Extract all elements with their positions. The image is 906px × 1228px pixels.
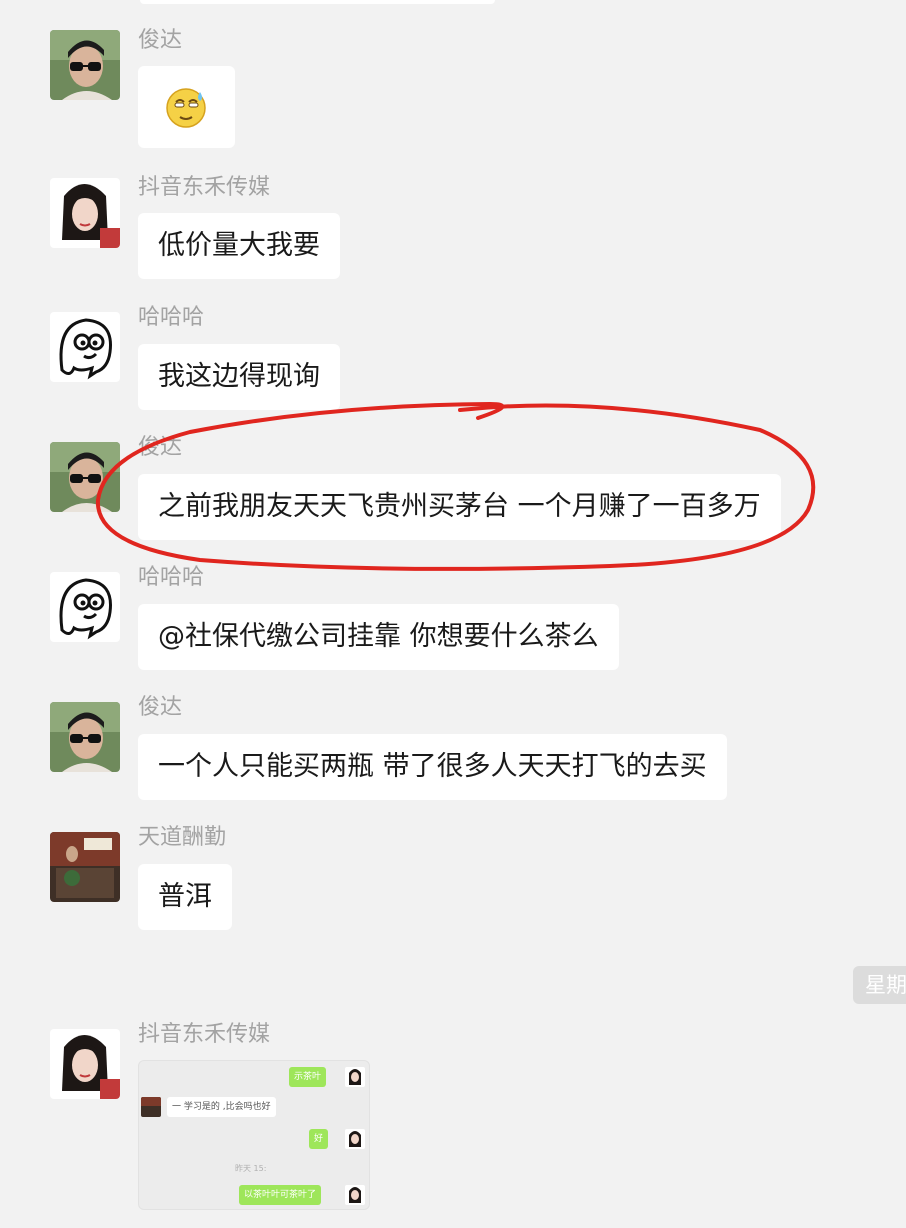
sender-name: 哈哈哈 <box>138 305 205 330</box>
previous-bubble-edge <box>140 0 495 4</box>
preview-bubble: 示茶叶 <box>289 1067 327 1087</box>
preview-time: 昨天 15: <box>235 1164 267 1173</box>
avatar-tiandao-chouqin[interactable] <box>50 832 120 902</box>
avatar-junda[interactable] <box>50 442 120 512</box>
preview-avatar <box>345 1129 365 1149</box>
preview-bubble: 好 <box>309 1129 329 1149</box>
sender-name: 天道酬勤 <box>138 825 227 850</box>
sender-name: 哈哈哈 <box>138 565 205 590</box>
avatar-douyin-donghe[interactable] <box>50 178 120 248</box>
preview-avatar <box>345 1067 365 1087</box>
sweat-smile-emoji-icon <box>166 88 206 128</box>
avatar-hahaha[interactable] <box>50 312 120 382</box>
emoji-message-bubble[interactable] <box>138 66 235 148</box>
preview-bubble: 一 学习是的 ,比会吗也好 <box>167 1097 276 1117</box>
sender-name: 俊达 <box>138 695 183 720</box>
time-badge: 星期 <box>853 966 906 1004</box>
sender-name: 抖音东禾传媒 <box>138 1022 271 1047</box>
avatar-junda[interactable] <box>50 30 120 100</box>
image-message-screenshot[interactable]: 示茶叶 一 学习是的 ,比会吗也好 好 昨天 15: 以茶叶叶可茶叶了 <box>138 1060 370 1210</box>
message-bubble[interactable]: 之前我朋友天天飞贵州买茅台 一个月赚了一百多万 <box>138 474 781 540</box>
sender-name: 俊达 <box>138 28 183 53</box>
preview-avatar <box>345 1185 365 1205</box>
message-bubble[interactable]: 我这边得现询 <box>138 344 340 410</box>
preview-avatar <box>141 1097 161 1117</box>
preview-bubble: 以茶叶叶可茶叶了 <box>239 1185 322 1205</box>
message-bubble[interactable]: 低价量大我要 <box>138 213 340 279</box>
avatar-hahaha[interactable] <box>50 572 120 642</box>
message-bubble[interactable]: 普洱 <box>138 864 232 930</box>
avatar-douyin-donghe[interactable] <box>50 1029 120 1099</box>
sender-name: 俊达 <box>138 435 183 460</box>
avatar-junda[interactable] <box>50 702 120 772</box>
message-bubble[interactable]: @社保代缴公司挂靠 你想要什么茶么 <box>138 604 619 670</box>
sender-name: 抖音东禾传媒 <box>138 175 271 200</box>
message-bubble[interactable]: 一个人只能买两瓶 带了很多人天天打飞的去买 <box>138 734 727 800</box>
